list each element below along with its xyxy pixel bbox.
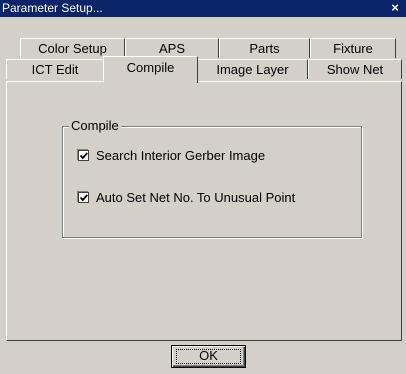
search-interior-gerber-label: Search Interior Gerber Image	[96, 148, 266, 163]
tab-ict-edit[interactable]: ICT Edit	[6, 59, 104, 79]
search-interior-gerber-option[interactable]: Search Interior Gerber Image	[78, 148, 265, 163]
auto-set-net-checkbox[interactable]	[78, 192, 89, 203]
tab-strip: Color Setup APS Parts Fixture ICT Edit C…	[6, 21, 402, 84]
tab-label: Compile	[126, 60, 175, 75]
tab-aps[interactable]: APS	[125, 38, 219, 58]
compile-groupbox: Compile Search Interior Gerber Image Aut…	[62, 118, 362, 238]
focus-rectangle	[176, 349, 241, 364]
compile-tab-panel: Compile Search Interior Gerber Image Aut…	[6, 81, 402, 341]
tab-fixture[interactable]: Fixture	[310, 38, 396, 58]
tab-label: Show Net	[326, 62, 384, 77]
tab-compile[interactable]: Compile	[103, 56, 198, 83]
tab-label: Image Layer	[216, 62, 289, 77]
tab-image-layer[interactable]: Image Layer	[197, 59, 308, 79]
auto-set-net-label: Auto Set Net No. To Unusual Point	[96, 190, 296, 205]
tab-label: APS	[158, 41, 185, 56]
tab-label: Color Setup	[38, 41, 107, 56]
checkmark-icon	[79, 152, 88, 160]
tab-label: Parts	[249, 41, 280, 56]
tab-label: Fixture	[333, 41, 373, 56]
checkmark-icon	[79, 194, 88, 202]
close-button[interactable]: ×	[388, 0, 402, 16]
close-icon: ×	[391, 0, 399, 15]
tab-parts[interactable]: Parts	[219, 38, 310, 58]
search-interior-gerber-checkbox[interactable]	[78, 150, 89, 161]
tab-color-setup[interactable]: Color Setup	[20, 38, 125, 58]
tab-show-net[interactable]: Show Net	[308, 59, 402, 79]
ok-button[interactable]: OK	[171, 345, 246, 368]
compile-group-legend: Compile	[69, 118, 121, 133]
tab-label: ICT Edit	[31, 62, 79, 77]
window-title: Parameter Setup...	[2, 1, 103, 15]
auto-set-net-option[interactable]: Auto Set Net No. To Unusual Point	[78, 190, 295, 205]
title-bar: Parameter Setup... ×	[0, 0, 406, 17]
